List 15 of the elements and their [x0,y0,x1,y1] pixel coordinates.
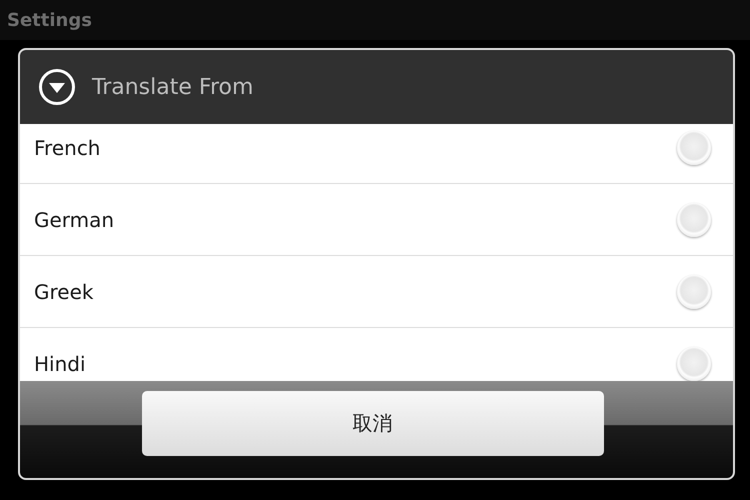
language-label: Hindi [34,352,86,376]
radio-button[interactable] [677,274,711,308]
radio-button[interactable] [677,202,711,236]
language-option[interactable]: German [20,184,733,256]
radio-button[interactable] [677,346,711,380]
language-label: French [34,136,100,160]
radio-button[interactable] [677,130,711,164]
language-label: Greek [34,280,94,304]
language-option[interactable]: French [20,124,733,184]
app-title: Settings [7,10,92,30]
dropdown-circle-icon [38,68,76,106]
dialog-title: Translate From [92,74,254,100]
language-label: German [34,208,114,232]
cancel-button[interactable]: 取消 [142,391,604,456]
language-option[interactable]: Greek [20,256,733,328]
